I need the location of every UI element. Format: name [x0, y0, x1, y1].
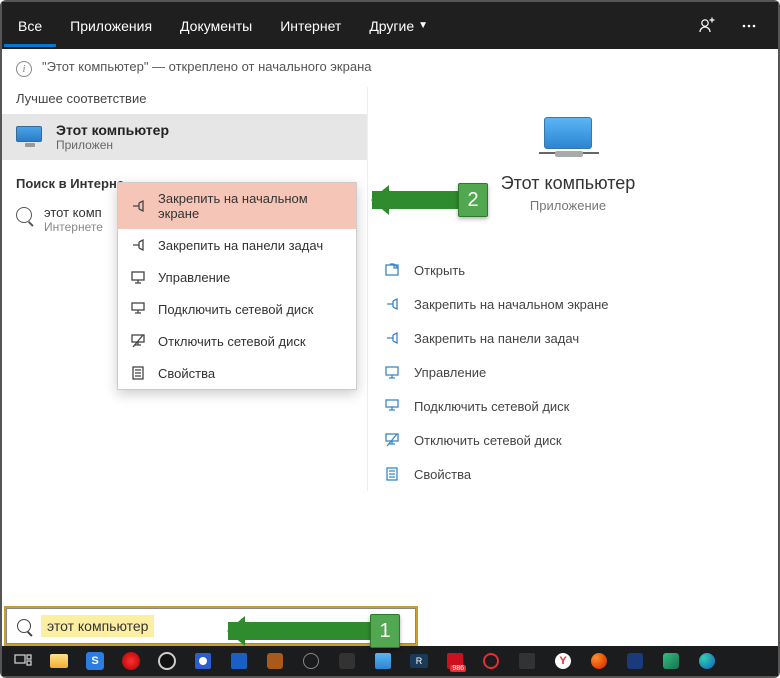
annotation-step-1: 1: [370, 614, 400, 648]
app-icon[interactable]: [330, 648, 364, 674]
properties-icon: [384, 466, 400, 482]
web-result-title: этот комп: [44, 205, 103, 220]
action-list: Открыть Закрепить на начальном экране За…: [378, 253, 758, 491]
ctx-pin-start[interactable]: Закрепить на начальном экране: [118, 183, 356, 229]
action-label: Открыть: [414, 263, 465, 278]
app-icon[interactable]: [258, 648, 292, 674]
opera-icon[interactable]: [474, 648, 508, 674]
app-icon[interactable]: [222, 648, 256, 674]
action-label: Отключить сетевой диск: [414, 433, 562, 448]
tab-more[interactable]: Другие ▼: [355, 5, 442, 47]
ctx-label: Закрепить на начальном экране: [158, 191, 344, 221]
feedback-icon[interactable]: [690, 9, 724, 43]
info-bar: i "Этот компьютер" — откреплено от начал…: [2, 49, 778, 87]
ctx-properties[interactable]: Свойства: [118, 357, 356, 389]
pin-icon: [130, 237, 146, 253]
search-icon: [16, 207, 32, 223]
app-icon[interactable]: [510, 648, 544, 674]
ctx-manage[interactable]: Управление: [118, 261, 356, 293]
chevron-down-icon: ▼: [418, 20, 428, 31]
search-header: Все Приложения Документы Интернет Другие…: [2, 2, 778, 49]
result-title: Этот компьютер: [56, 122, 169, 138]
search-text: этот компьютер: [41, 615, 154, 637]
app-icon[interactable]: [150, 648, 184, 674]
explorer-icon[interactable]: [42, 648, 76, 674]
ctx-pin-taskbar[interactable]: Закрепить на панели задач: [118, 229, 356, 261]
annotation-step-2: 2: [458, 183, 488, 217]
best-match-label: Лучшее соответствие: [2, 87, 367, 114]
info-icon: i: [16, 61, 32, 77]
yandex-icon[interactable]: Y: [546, 648, 580, 674]
app-icon[interactable]: R: [402, 648, 436, 674]
taskbar: S R 986 Y: [2, 646, 778, 676]
network-drive-off-icon: [384, 432, 400, 448]
app-icon[interactable]: [366, 648, 400, 674]
tab-web[interactable]: Интернет: [266, 5, 355, 47]
result-sub: Приложен: [56, 138, 169, 152]
app-icon[interactable]: [618, 648, 652, 674]
ctx-label: Подключить сетевой диск: [158, 302, 313, 317]
pin-icon: [384, 330, 400, 346]
action-open[interactable]: Открыть: [378, 253, 758, 287]
ctx-label: Отключить сетевой диск: [158, 334, 306, 349]
snagit-icon[interactable]: S: [78, 648, 112, 674]
action-manage[interactable]: Управление: [378, 355, 758, 389]
open-icon: [384, 262, 400, 278]
properties-icon: [130, 365, 146, 381]
network-drive-icon: [384, 398, 400, 414]
annotation-arrow: [228, 622, 372, 640]
action-label: Закрепить на начальном экране: [414, 297, 609, 312]
edge-icon[interactable]: [690, 648, 724, 674]
app-icon[interactable]: [654, 648, 688, 674]
pin-icon: [384, 296, 400, 312]
network-drive-icon: [130, 301, 146, 317]
ctx-map-drive[interactable]: Подключить сетевой диск: [118, 293, 356, 325]
action-label: Закрепить на панели задач: [414, 331, 579, 346]
ctx-unmap-drive[interactable]: Отключить сетевой диск: [118, 325, 356, 357]
action-label: Подключить сетевой диск: [414, 399, 569, 414]
app-icon[interactable]: [294, 648, 328, 674]
action-label: Свойства: [414, 467, 471, 482]
ctx-label: Закрепить на панели задач: [158, 238, 323, 253]
network-drive-off-icon: [130, 333, 146, 349]
manage-icon: [384, 364, 400, 380]
action-map-drive[interactable]: Подключить сетевой диск: [378, 389, 758, 423]
tab-more-label: Другие: [369, 18, 414, 34]
action-properties[interactable]: Свойства: [378, 457, 758, 491]
opera-icon[interactable]: [114, 648, 148, 674]
best-match-result[interactable]: Этот компьютер Приложен: [2, 114, 367, 160]
action-pin-taskbar[interactable]: Закрепить на панели задач: [378, 321, 758, 355]
tab-docs[interactable]: Документы: [166, 5, 266, 47]
info-text: "Этот компьютер" — откреплено от начальн…: [42, 59, 371, 74]
ctx-label: Свойства: [158, 366, 215, 381]
action-pin-start[interactable]: Закрепить на начальном экране: [378, 287, 758, 321]
action-unmap-drive[interactable]: Отключить сетевой диск: [378, 423, 758, 457]
action-label: Управление: [414, 365, 486, 380]
web-result-sub: Интернете: [44, 220, 103, 234]
save-icon[interactable]: [186, 648, 220, 674]
firefox-icon[interactable]: [582, 648, 616, 674]
pin-icon: [130, 198, 146, 214]
tab-all[interactable]: Все: [4, 5, 56, 47]
app-icon[interactable]: 986: [438, 648, 472, 674]
options-icon[interactable]: [732, 9, 766, 43]
annotation-arrow: [372, 191, 460, 209]
manage-icon: [130, 269, 146, 285]
search-icon: [17, 619, 31, 633]
ctx-label: Управление: [158, 270, 230, 285]
taskview-icon[interactable]: [6, 648, 40, 674]
this-pc-icon: [16, 126, 44, 148]
context-menu: Закрепить на начальном экране Закрепить …: [117, 182, 357, 390]
tab-apps[interactable]: Приложения: [56, 5, 166, 47]
this-pc-large-icon: [544, 117, 592, 149]
